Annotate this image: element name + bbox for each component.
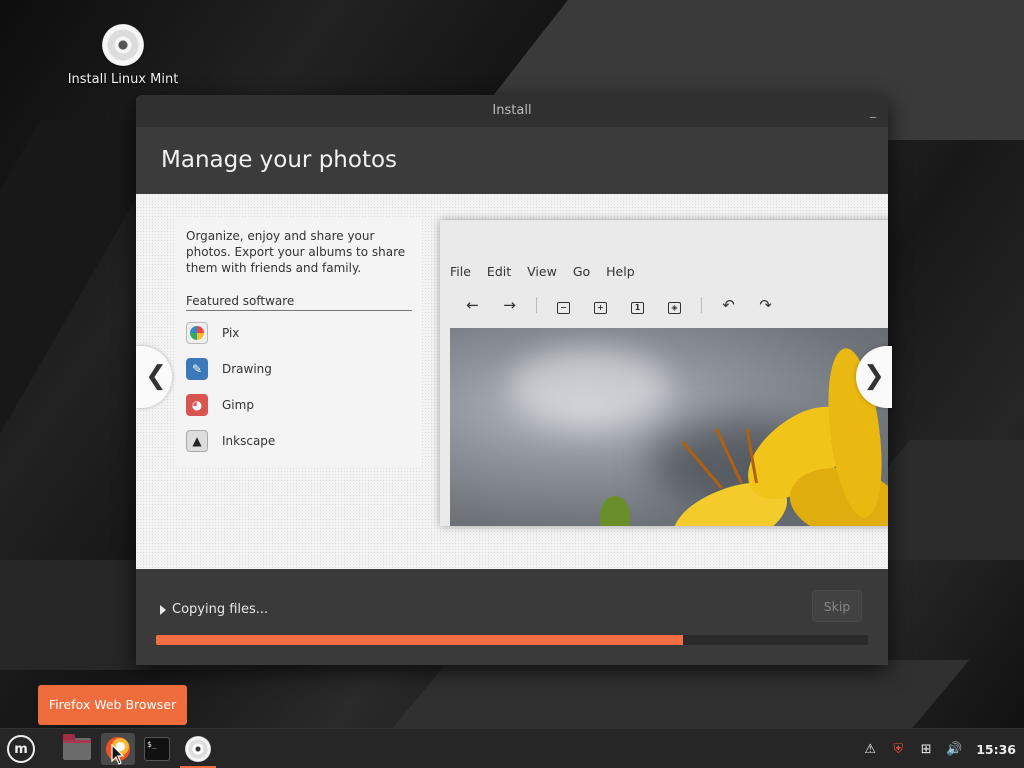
network-icon[interactable]: ⊞ [918, 741, 934, 757]
slide-info-card: Organize, enjoy and share your photos. E… [176, 218, 422, 466]
installer-window: Install _ Manage your photos Organize, e… [136, 95, 888, 665]
background-shape [390, 660, 970, 728]
app-screenshot: File Edit View Go Help ← → − + 1 ◈ ↶ ↷ [440, 220, 888, 526]
back-arrow-icon: ← [466, 296, 479, 314]
minimize-button[interactable]: _ [870, 95, 876, 127]
volume-icon[interactable]: 🔊 [946, 741, 962, 757]
toolbar-separator [701, 297, 702, 313]
window-title: Install [492, 103, 532, 118]
forward-arrow-icon: → [503, 296, 516, 314]
installer-header: Manage your photos [136, 127, 888, 194]
slideshow-slide: Organize, enjoy and share your photos. E… [136, 194, 888, 569]
desktop-icon-label: Install Linux Mint [67, 72, 179, 87]
progress-bar [156, 635, 868, 645]
desktop-icon-install-linux-mint[interactable]: Install Linux Mint [62, 24, 184, 87]
app-name: Gimp [222, 398, 254, 412]
pix-icon [186, 322, 208, 344]
flower-photo [450, 328, 888, 526]
list-item: ◕ Gimp [186, 387, 412, 423]
taskbar-tooltip: Firefox Web Browser [38, 685, 187, 725]
disc-icon [185, 736, 211, 762]
list-item: Pix [186, 315, 412, 351]
gimp-icon: ◕ [186, 394, 208, 416]
menu-go: Go [572, 264, 591, 279]
clock[interactable]: 15:36 [976, 742, 1016, 757]
installer-taskbar-button[interactable] [181, 733, 215, 765]
disc-icon [102, 24, 144, 66]
menu-edit: Edit [486, 264, 512, 279]
status-text: Copying files... [172, 602, 269, 617]
slide-description: Organize, enjoy and share your photos. E… [186, 229, 406, 275]
terminal-launcher[interactable]: $_ [140, 733, 174, 765]
skip-button[interactable]: Skip [812, 590, 862, 622]
mouse-cursor-icon [111, 744, 125, 765]
screenshot-menubar: File Edit View Go Help [450, 264, 635, 279]
menu-icon: m [7, 735, 35, 763]
zoom-out-icon: − [545, 296, 582, 314]
menu-help: Help [606, 264, 635, 279]
status-expander[interactable]: Copying files... [160, 602, 268, 617]
zoom-in-icon: + [582, 296, 619, 314]
app-name: Drawing [222, 362, 272, 376]
app-name: Pix [222, 326, 240, 340]
terminal-icon: $_ [144, 737, 170, 761]
shield-icon[interactable]: ⛨ [890, 741, 906, 757]
screenshot-toolbar: ← → − + 1 ◈ ↶ ↷ [454, 296, 784, 314]
expand-triangle-icon [160, 604, 166, 615]
window-titlebar[interactable]: Install _ [136, 95, 888, 127]
list-item: ✎ Drawing [186, 351, 412, 387]
progress-fill [156, 635, 683, 645]
taskbar: m $_ ⚠ ⛨ ⊞ 🔊 15:36 [0, 728, 1024, 768]
drawing-icon: ✎ [186, 358, 208, 380]
page-title: Manage your photos [161, 147, 398, 173]
installer-footer: Copying files... Skip [136, 569, 888, 665]
files-launcher[interactable] [60, 733, 94, 765]
menu-button[interactable]: m [4, 733, 38, 765]
app-name: Inkscape [222, 434, 276, 448]
rotate-left-icon: ↶ [722, 296, 735, 314]
files-icon [63, 734, 91, 760]
inkscape-icon: ▲ [186, 430, 208, 452]
featured-software-title: Featured software [186, 294, 412, 311]
toolbar-separator [536, 297, 537, 313]
rotate-right-icon: ↷ [759, 296, 772, 314]
zoom-normal-icon: 1 [619, 296, 656, 314]
system-tray: ⚠ ⛨ ⊞ 🔊 15:36 [862, 729, 1016, 768]
notification-icon[interactable]: ⚠ [862, 741, 878, 757]
menu-view: View [527, 264, 557, 279]
zoom-fit-icon: ◈ [656, 296, 693, 314]
list-item: ▲ Inkscape [186, 423, 412, 459]
menu-file: File [450, 264, 471, 279]
featured-app-list: Pix ✎ Drawing ◕ Gimp ▲ Inkscape [186, 315, 412, 459]
